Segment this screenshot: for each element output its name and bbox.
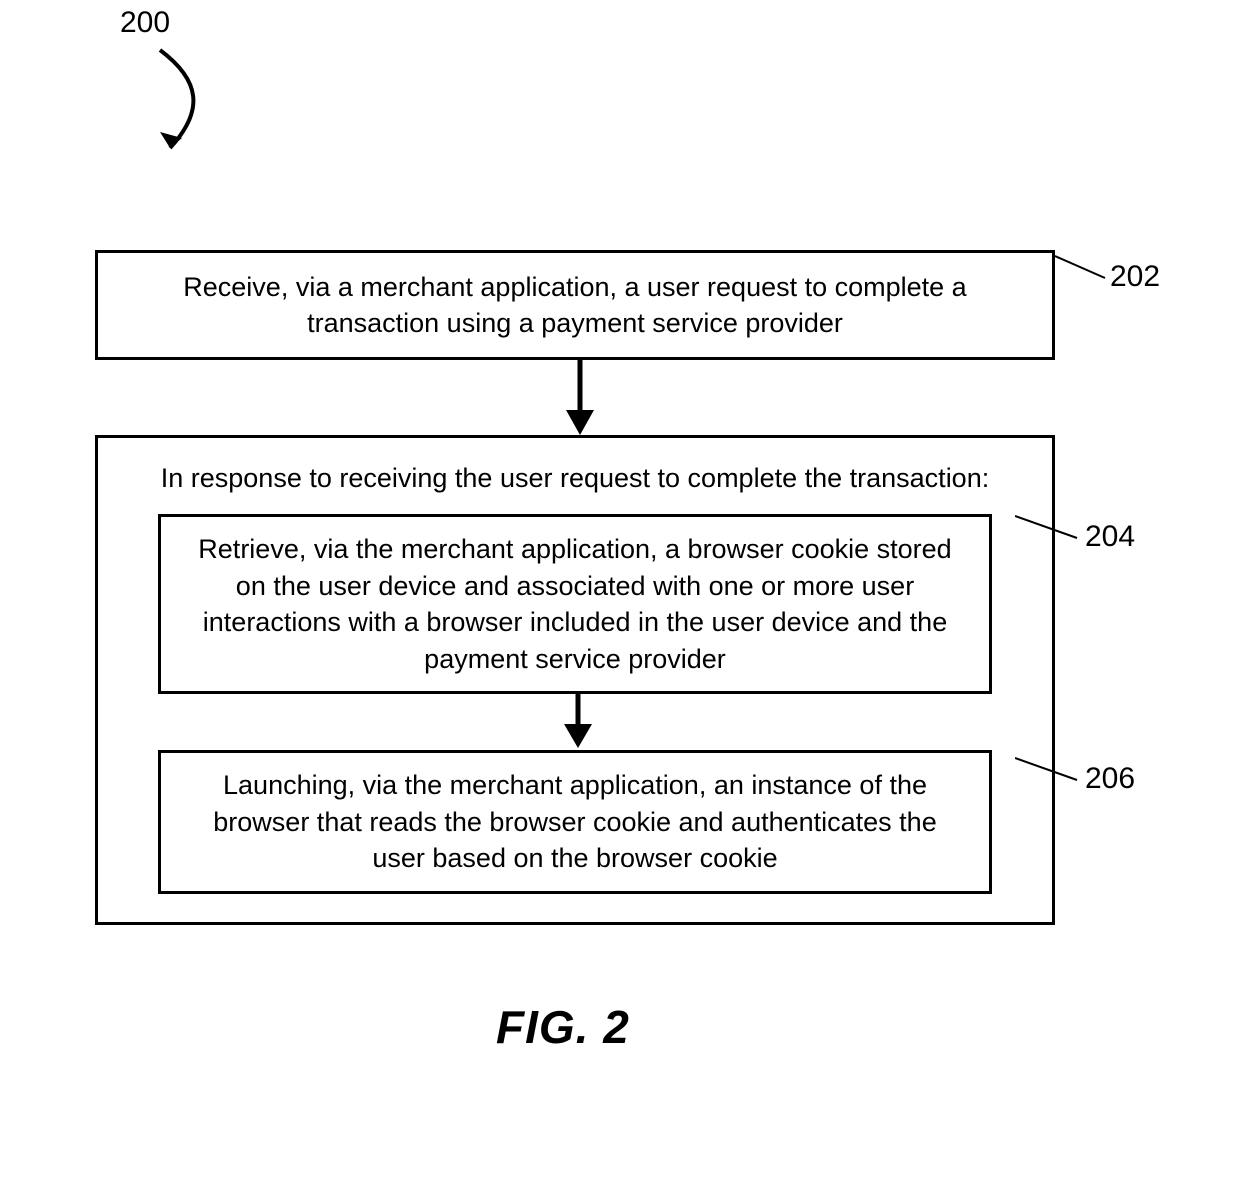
ref-204: 204 — [1085, 520, 1135, 554]
arrow-202-to-204 — [560, 360, 600, 440]
flow-group-response: In response to receiving the user reques… — [95, 435, 1055, 925]
figure-caption: FIG. 2 — [496, 1000, 630, 1054]
flow-step-202: Receive, via a merchant application, a u… — [95, 250, 1055, 360]
figure-number-label: 200 — [120, 6, 170, 40]
flow-step-206: Launching, via the merchant application,… — [158, 750, 992, 893]
flow-step-204-text: Retrieve, via the merchant application, … — [198, 534, 951, 673]
arrow-204-to-206 — [558, 694, 598, 750]
figure-number-arrow — [110, 40, 230, 170]
flow-step-202-text: Receive, via a merchant application, a u… — [126, 269, 1024, 342]
flow-step-204: Retrieve, via the merchant application, … — [158, 514, 992, 694]
flow-step-206-text: Launching, via the merchant application,… — [213, 770, 936, 873]
ref-202: 202 — [1110, 260, 1160, 294]
flow-group-title: In response to receiving the user reques… — [118, 460, 1032, 496]
ref-206: 206 — [1085, 762, 1135, 796]
